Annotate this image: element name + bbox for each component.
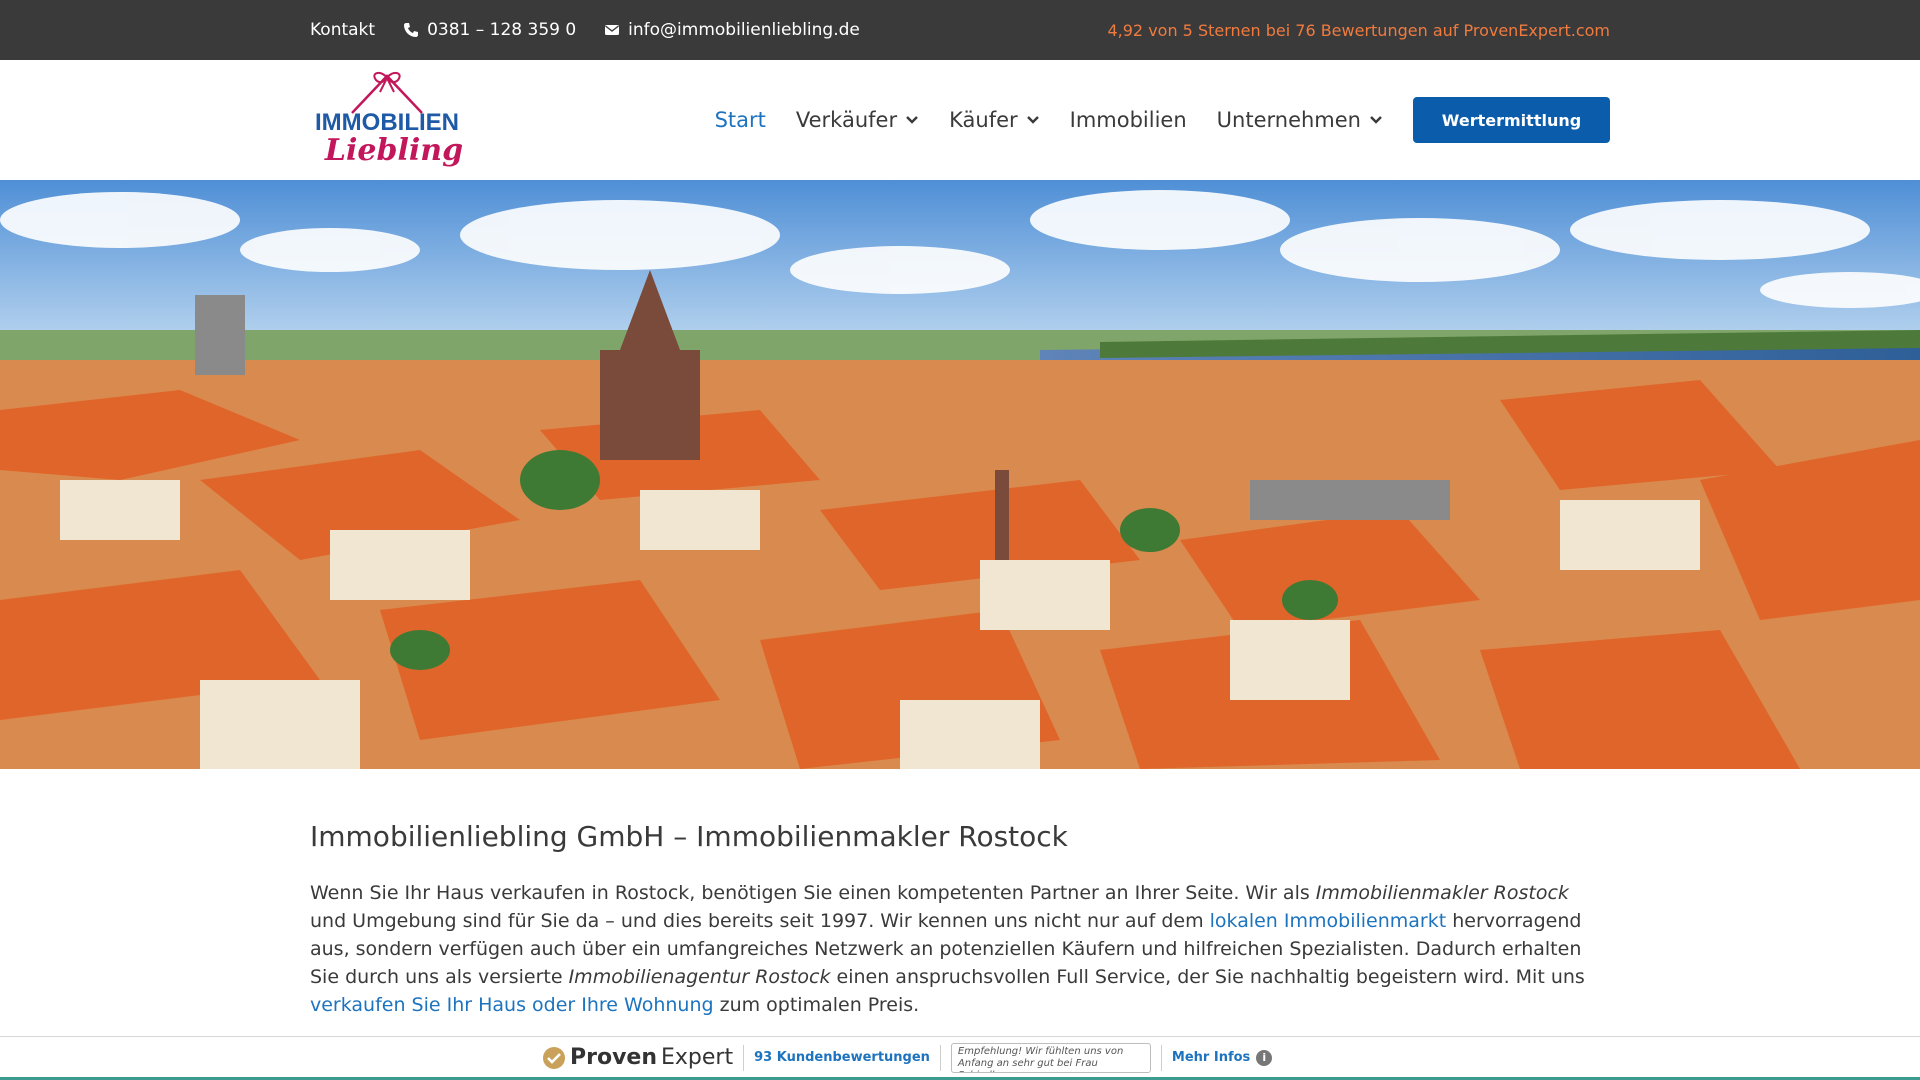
nav-label: Verkäufer bbox=[795, 108, 898, 132]
nav-item-kaeufer[interactable]: Käufer bbox=[934, 108, 1055, 132]
nav-label: Start bbox=[714, 108, 766, 132]
separator bbox=[743, 1044, 745, 1071]
email-address: info@immobilienliebling.de bbox=[628, 20, 860, 40]
main-content: Immobilienliebling GmbH – Immobilienmakl… bbox=[310, 820, 1610, 1019]
info-icon: i bbox=[1256, 1049, 1273, 1066]
top-bar: Kontakt 0381 – 128 359 0 info@immobilien… bbox=[0, 0, 1920, 60]
intro-text: und Umgebung sind für Sie da – und dies … bbox=[310, 910, 1210, 932]
nav-item-verkaeufer[interactable]: Verkäufer bbox=[781, 108, 934, 132]
brand-part-a: Proven bbox=[570, 1045, 658, 1070]
provenexpert-inner: Proven Expert 93 Kundenbewertungen Empfeh… bbox=[542, 1037, 1273, 1078]
review-quote: Empfehlung! Wir fühlten uns von Anfang a… bbox=[950, 1042, 1151, 1073]
review-count[interactable]: 93 Kundenbewertungen bbox=[754, 1050, 930, 1065]
nav-item-start[interactable]: Start bbox=[700, 108, 781, 132]
provenexpert-logo: Proven Expert bbox=[542, 1045, 733, 1070]
hero-image bbox=[0, 180, 1920, 769]
envelope-icon bbox=[605, 25, 620, 35]
chevron-down-icon bbox=[1026, 116, 1039, 124]
email-link[interactable]: info@immobilienliebling.de bbox=[604, 20, 860, 40]
site-header: IMMOBILIEN Liebling Start Verkäufer Käuf… bbox=[0, 60, 1920, 180]
logo-text-bottom: Liebling bbox=[324, 133, 462, 168]
nav-label: Immobilien bbox=[1069, 108, 1187, 132]
separator bbox=[1160, 1044, 1162, 1071]
intro-paragraph: Wenn Sie Ihr Haus verkaufen in Rostock, … bbox=[310, 879, 1610, 1019]
cta-label: Wertermittlung bbox=[1441, 110, 1582, 130]
logo-text-top: IMMOBILIEN bbox=[315, 109, 459, 136]
logo-graphic: IMMOBILIEN Liebling bbox=[315, 72, 463, 168]
separator bbox=[939, 1044, 941, 1071]
top-contact-group: Kontakt 0381 – 128 359 0 info@immobilien… bbox=[310, 0, 860, 60]
rostock-cityscape-image bbox=[0, 180, 1920, 769]
provenexpert-bar[interactable]: Proven Expert 93 Kundenbewertungen Empfeh… bbox=[0, 1036, 1920, 1080]
local-market-link[interactable]: lokalen Immobilienmarkt bbox=[1210, 910, 1447, 932]
sell-house-link[interactable]: verkaufen Sie Ihr Haus oder Ihre Wohnung bbox=[310, 994, 714, 1016]
contact-label: Kontakt bbox=[310, 20, 376, 40]
wertermittlung-button[interactable]: Wertermittlung bbox=[1413, 97, 1610, 143]
nav-label: Unternehmen bbox=[1216, 108, 1361, 132]
nav-item-immobilien[interactable]: Immobilien bbox=[1055, 108, 1202, 132]
site-logo[interactable]: IMMOBILIEN Liebling bbox=[312, 68, 463, 172]
provenexpert-rating-link[interactable]: 4,92 von 5 Sternen bei 76 Bewertungen au… bbox=[1107, 0, 1610, 60]
intro-emphasis: Immobilienagentur Rostock bbox=[568, 966, 831, 988]
more-info-link[interactable]: Mehr Infos i bbox=[1171, 1049, 1273, 1066]
more-info-label: Mehr Infos bbox=[1171, 1050, 1251, 1065]
chevron-down-icon bbox=[1370, 116, 1382, 124]
phone-icon bbox=[404, 23, 419, 37]
contact-link[interactable]: Kontakt bbox=[310, 20, 375, 40]
phone-link[interactable]: 0381 – 128 359 0 bbox=[403, 20, 576, 40]
rating-text: 4,92 von 5 Sternen bei 76 Bewertungen au… bbox=[1107, 20, 1610, 40]
check-circle-icon bbox=[543, 1046, 565, 1069]
intro-text: einen anspruchsvollen Full Service, der … bbox=[830, 966, 1585, 988]
brand-part-b: Expert bbox=[661, 1045, 734, 1070]
intro-emphasis: Immobilienmakler Rostock bbox=[1315, 882, 1569, 904]
phone-number: 0381 – 128 359 0 bbox=[427, 20, 577, 40]
page-title: Immobilienliebling GmbH – Immobilienmakl… bbox=[310, 820, 1068, 853]
intro-text: Wenn Sie Ihr Haus verkaufen in Rostock, … bbox=[310, 882, 1316, 904]
nav-item-unternehmen[interactable]: Unternehmen bbox=[1202, 108, 1398, 132]
nav-label: Käufer bbox=[949, 108, 1018, 132]
chevron-down-icon bbox=[906, 116, 918, 124]
main-navigation: Start Verkäufer Käufer Immobilien Untern… bbox=[700, 60, 1610, 180]
intro-text: zum optimalen Preis. bbox=[713, 994, 920, 1016]
